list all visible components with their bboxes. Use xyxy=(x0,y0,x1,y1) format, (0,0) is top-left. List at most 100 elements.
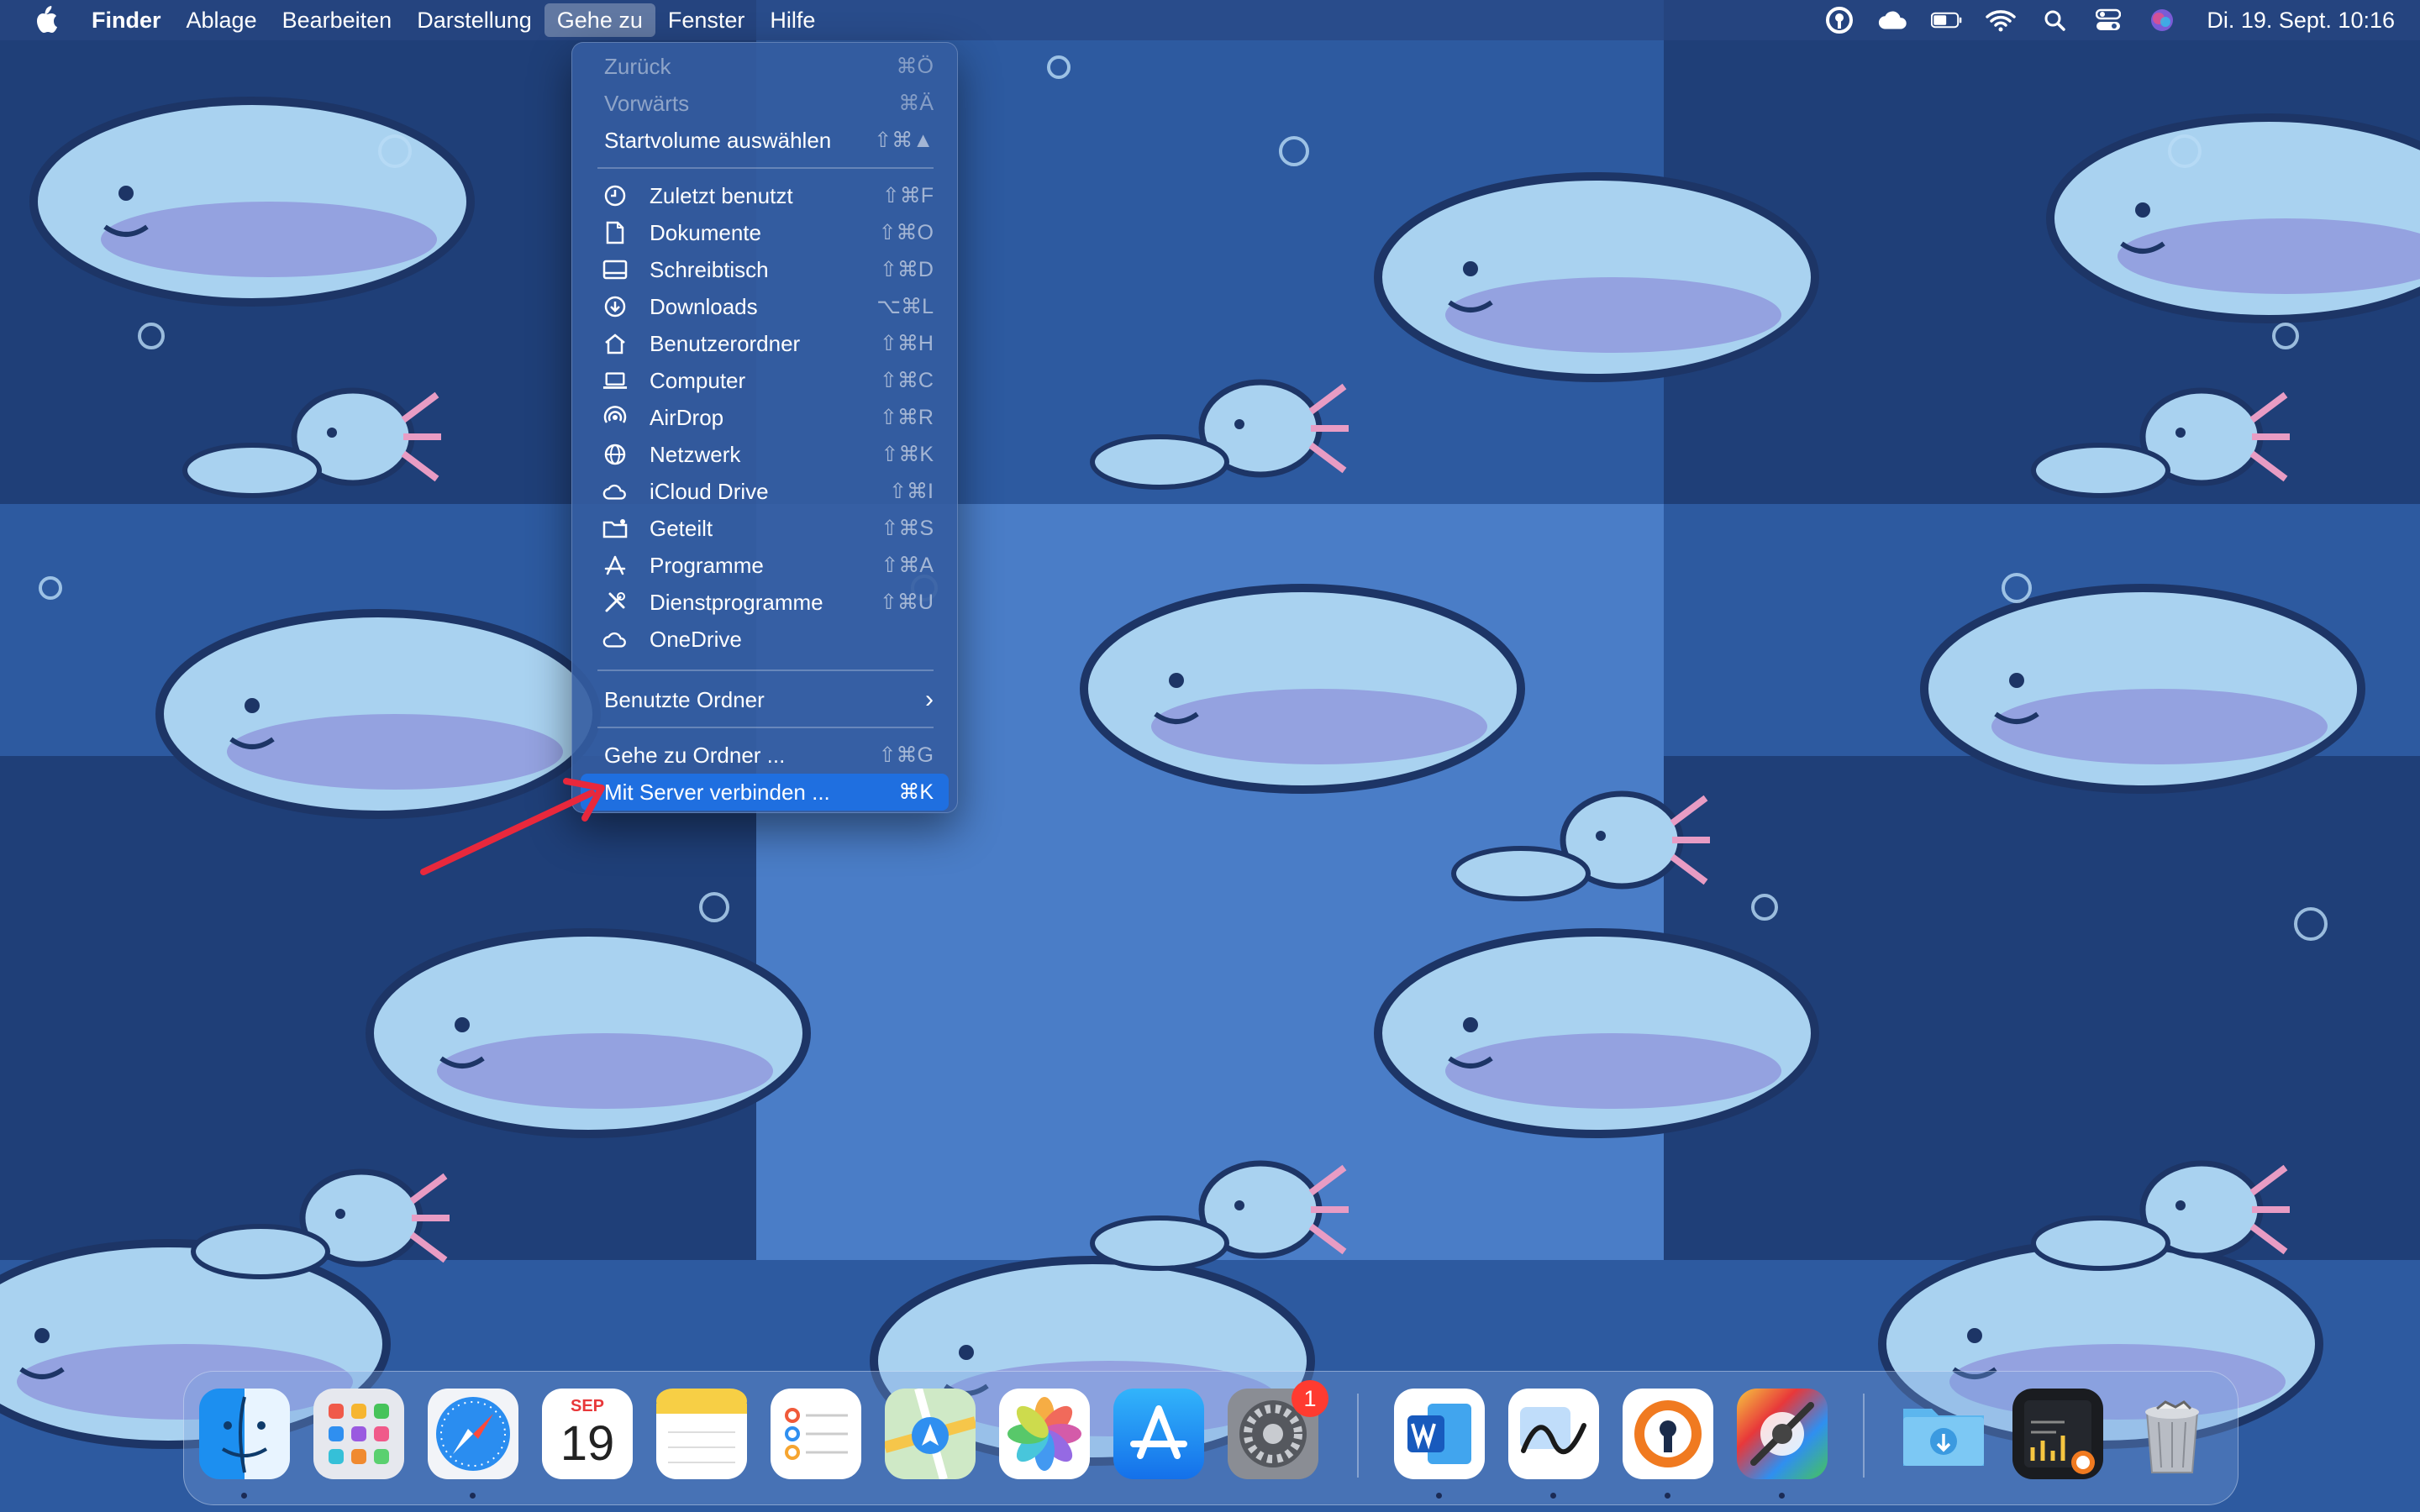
annotation-arrow xyxy=(420,778,605,875)
apps-icon xyxy=(602,554,628,577)
menu-item-onedrive[interactable]: OneDrive xyxy=(581,621,949,658)
menu-item-dokumente[interactable]: Dokumente ⇧⌘O xyxy=(581,214,949,251)
finder-icon[interactable] xyxy=(199,1389,290,1479)
menu-item-zuletzt-benutzt[interactable]: Zuletzt benutzt ⇧⌘F xyxy=(581,177,949,214)
menu-item-startvolume[interactable]: Startvolume auswählen ⇧⌘▲ xyxy=(581,122,949,159)
running-indicator xyxy=(470,1493,476,1499)
shortcut-label: ⌥⌘L xyxy=(876,295,934,318)
running-indicator xyxy=(1665,1493,1670,1499)
menu-item-icloud-drive[interactable]: iCloud Drive ⇧⌘I xyxy=(581,473,949,510)
shortcut-label: ⇧⌘I xyxy=(889,480,934,503)
menu-item-computer[interactable]: Computer ⇧⌘C xyxy=(581,362,949,399)
vpn-icon[interactable] xyxy=(1823,6,1855,34)
app-store-icon[interactable] xyxy=(1113,1389,1204,1479)
dock-separator xyxy=(1863,1394,1865,1478)
running-indicator xyxy=(241,1493,247,1499)
shortcut-label: ⌘Ä xyxy=(898,92,934,115)
chevron-right-icon: › xyxy=(925,685,934,713)
running-indicator xyxy=(1436,1493,1442,1499)
menu-bar-clock[interactable]: Di. 19. Sept. 10:16 xyxy=(2207,8,2395,34)
search-icon[interactable] xyxy=(2039,6,2070,34)
menu-item-geteilt[interactable]: Geteilt ⇧⌘S xyxy=(581,510,949,547)
shortcut-label: ⇧⌘A xyxy=(881,554,934,577)
menu-gehe-zu[interactable]: Gehe zu xyxy=(544,3,655,37)
menu-item-zurueck[interactable]: Zurück ⌘Ö xyxy=(581,48,949,85)
activity-monitor-icon[interactable] xyxy=(2012,1389,2103,1479)
notes-icon[interactable] xyxy=(656,1389,747,1479)
menu-item-netzwerk[interactable]: Netzwerk ⇧⌘K xyxy=(581,436,949,473)
shared-folder-icon xyxy=(602,517,628,540)
cloud-icon xyxy=(602,480,628,503)
document-icon xyxy=(602,221,628,244)
reminders-icon[interactable] xyxy=(771,1389,861,1479)
menu-item-dienstprogramme[interactable]: Dienstprogramme ⇧⌘U xyxy=(581,584,949,621)
vpn-app-icon[interactable] xyxy=(1623,1389,1713,1479)
running-indicator xyxy=(1779,1493,1785,1499)
shortcut-label: ⇧⌘C xyxy=(879,369,934,392)
menu-item-benutzte-ordner[interactable]: Benutzte Ordner › xyxy=(581,681,949,718)
desktop-wallpaper xyxy=(0,0,2420,1512)
shortcut-label: ⇧⌘H xyxy=(879,332,934,355)
menu-bearbeiten[interactable]: Bearbeiten xyxy=(270,3,405,37)
menu-separator xyxy=(597,727,934,728)
shortcut-label: ⇧⌘F xyxy=(881,184,934,207)
safari-icon[interactable] xyxy=(428,1389,518,1479)
tools-icon xyxy=(602,591,628,614)
shortcut-label: ⇧⌘O xyxy=(878,221,934,244)
menu-separator xyxy=(597,669,934,671)
menu-darstellung[interactable]: Darstellung xyxy=(404,3,544,37)
shortcut-label: ⇧⌘K xyxy=(881,443,934,466)
control-center-icon[interactable] xyxy=(2092,6,2124,34)
trash-icon[interactable] xyxy=(2127,1389,2217,1479)
menu-item-vorwaerts[interactable]: Vorwärts ⌘Ä xyxy=(581,85,949,122)
menu-item-mit-server-verbinden[interactable]: Mit Server verbinden ... ⌘K xyxy=(581,774,949,811)
download-icon xyxy=(602,295,628,318)
go-menu-dropdown: Zurück ⌘Ö Vorwärts ⌘Ä Startvolume auswäh… xyxy=(571,42,958,813)
menu-item-programme[interactable]: Programme ⇧⌘A xyxy=(581,547,949,584)
calendar-month: SEP xyxy=(570,1397,605,1415)
shortcut-label: ⇧⌘▲ xyxy=(874,129,934,152)
shortcut-label: ⇧⌘G xyxy=(878,743,934,767)
shortcut-label: ⌘K xyxy=(898,780,934,804)
siri-icon[interactable] xyxy=(2146,6,2178,34)
apple-menu-icon[interactable] xyxy=(27,0,64,40)
menu-item-downloads[interactable]: Downloads ⌥⌘L xyxy=(581,288,949,325)
menu-fenster[interactable]: Fenster xyxy=(655,3,758,37)
calendar-day: 19 xyxy=(560,1416,615,1471)
wifi-icon[interactable] xyxy=(1985,6,2017,34)
clock-icon xyxy=(602,184,628,207)
dock-separator xyxy=(1357,1394,1359,1478)
desktop-icon xyxy=(602,258,628,281)
word-icon[interactable] xyxy=(1394,1389,1485,1479)
menu-item-benutzerordner[interactable]: Benutzerordner ⇧⌘H xyxy=(581,325,949,362)
cloud-icon[interactable] xyxy=(1877,6,1909,34)
menu-item-gehe-zu-ordner[interactable]: Gehe zu Ordner ... ⇧⌘G xyxy=(581,737,949,774)
globe-icon xyxy=(602,443,628,466)
launchpad-icon[interactable] xyxy=(313,1389,404,1479)
maps-icon[interactable] xyxy=(883,1387,977,1481)
downloads-folder-icon[interactable] xyxy=(1898,1389,1989,1479)
shortcut-label: ⇧⌘D xyxy=(879,258,934,281)
menu-finder[interactable]: Finder xyxy=(79,3,174,37)
shortcut-label: ⇧⌘S xyxy=(881,517,934,540)
status-area: Di. 19. Sept. 10:16 xyxy=(1823,0,2395,40)
home-icon xyxy=(602,332,628,355)
menu-ablage[interactable]: Ablage xyxy=(174,3,270,37)
photos-icon[interactable] xyxy=(999,1389,1090,1479)
shortcut-label: ⇧⌘R xyxy=(879,406,934,429)
shortcut-label: ⇧⌘U xyxy=(879,591,934,614)
laptop-icon xyxy=(602,369,628,392)
notification-badge: 1 xyxy=(1292,1380,1328,1417)
menu-bar: Finder Ablage Bearbeiten Darstellung Geh… xyxy=(0,0,2420,40)
shortcut-label: ⌘Ö xyxy=(896,55,934,78)
menu-item-airdrop[interactable]: AirDrop ⇧⌘R xyxy=(581,399,949,436)
menu-separator xyxy=(597,167,934,169)
battery-icon[interactable] xyxy=(1931,6,1963,34)
menu-item-schreibtisch[interactable]: Schreibtisch ⇧⌘D xyxy=(581,251,949,288)
airdrop-icon xyxy=(602,406,628,429)
menu-hilfe[interactable]: Hilfe xyxy=(757,3,828,37)
colorsync-icon[interactable] xyxy=(1737,1389,1828,1479)
freeform-icon[interactable] xyxy=(1508,1389,1599,1479)
cloud-icon xyxy=(602,627,628,651)
calendar-icon[interactable]: SEP 19 xyxy=(542,1389,633,1479)
